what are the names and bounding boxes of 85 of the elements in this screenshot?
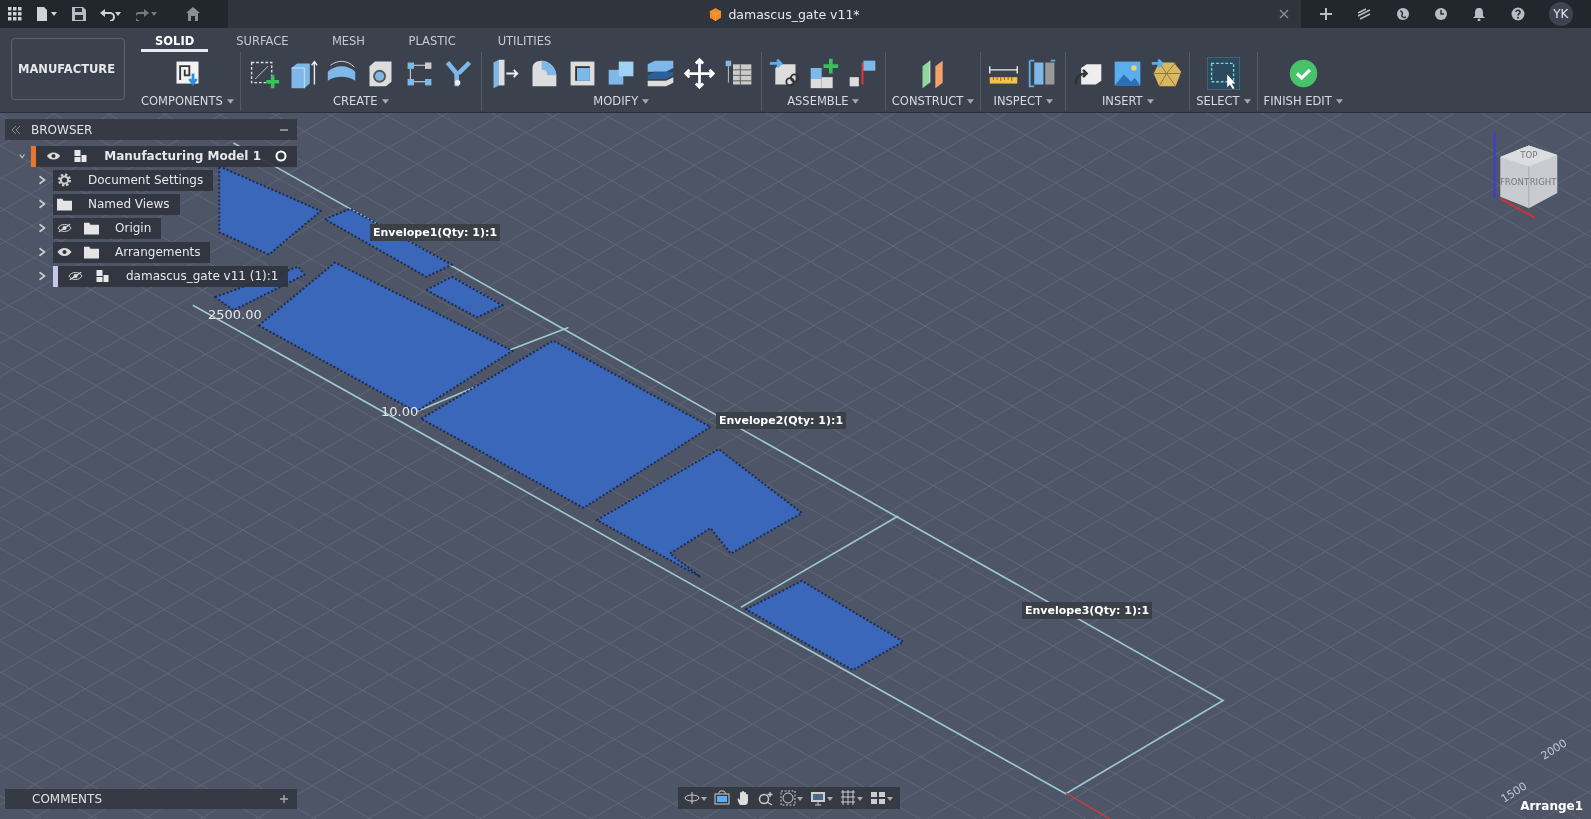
axis-drawing [1065, 792, 1111, 819]
tree-item[interactable]: damascus_gate v11 (1):1 [53, 265, 289, 287]
workspace-dropdown[interactable]: MANUFACTURE [11, 38, 125, 100]
caret-icon [852, 98, 860, 104]
component-icon [73, 149, 89, 163]
hidden-eye-icon[interactable] [57, 223, 72, 233]
component-icon [95, 269, 110, 283]
folder-icon [84, 221, 99, 235]
plus-icon[interactable] [1319, 7, 1334, 21]
caret-icon [1335, 98, 1343, 104]
chevron-icon[interactable] [37, 175, 47, 185]
apps-grid-icon[interactable] [8, 7, 22, 21]
plus-icon[interactable] [279, 794, 289, 804]
bell-icon[interactable] [1472, 7, 1487, 21]
dimension-label: 2500.00 [208, 307, 262, 322]
view-cube-drawing[interactable]: TOP FRONTRIGHT [1487, 125, 1563, 223]
panel-title: COMMENTS [32, 792, 103, 806]
chevron-icon[interactable] [37, 199, 47, 209]
tool-group-dropdown[interactable]: COMPONENTS [141, 92, 234, 108]
redo-icon[interactable] [136, 7, 158, 21]
tree-item[interactable]: Arrangements [53, 241, 211, 263]
ribbon-tab[interactable]: UTILITIES [483, 28, 566, 52]
activate-radio-icon[interactable] [275, 150, 287, 162]
globe-icon[interactable] [1395, 7, 1410, 21]
ribbon-tab[interactable]: SURFACE [222, 28, 303, 52]
tool-group-dropdown[interactable]: SELECT [1196, 92, 1251, 108]
tree-item[interactable]: Document Settings [53, 169, 214, 191]
tree-item[interactable]: Origin [53, 217, 162, 239]
help-icon[interactable] [1510, 7, 1525, 21]
file-icon[interactable] [36, 7, 58, 21]
caret-icon [642, 98, 650, 104]
chevron-icon[interactable] [37, 271, 47, 281]
display-icon[interactable] [810, 790, 834, 806]
arrangement-name: Arrange1 [1520, 799, 1583, 813]
camera-frame-icon[interactable] [714, 790, 730, 806]
envelope-label: Envelope2(Qty: 1):1 [716, 412, 847, 429]
eye-icon[interactable] [57, 247, 72, 257]
tool-group-dropdown[interactable]: INSERT [1101, 92, 1154, 108]
folder-icon [57, 197, 72, 211]
hidden-eye-icon[interactable] [68, 271, 83, 281]
caret-icon [1046, 98, 1054, 104]
caret-icon [226, 98, 234, 104]
tool-group-dropdown[interactable]: INSPECT [993, 92, 1054, 108]
dimension-label: 10.00 [381, 404, 419, 419]
tool-group-dropdown[interactable]: CREATE [333, 92, 389, 108]
caret-icon [967, 98, 975, 104]
user-avatar[interactable]: YK [1548, 2, 1573, 26]
collapse-icon[interactable] [11, 124, 21, 135]
folder-icon [84, 245, 99, 259]
undo-icon[interactable] [100, 7, 122, 21]
chevron-icon[interactable] [37, 247, 47, 257]
tree-item[interactable]: Manufacturing Model 1 [31, 145, 297, 167]
tool-group-dropdown[interactable]: CONSTRUCT [891, 92, 975, 108]
orbit-icon[interactable] [684, 790, 708, 806]
tree-item[interactable]: Named Views [53, 193, 180, 215]
chevron-icon[interactable] [17, 152, 28, 160]
envelope-label: Envelope1(Qty: 1):1 [370, 224, 501, 241]
tool-group-dropdown[interactable]: MODIFY [593, 92, 650, 108]
clock-icon[interactable] [1434, 7, 1448, 21]
polyhedron-icon[interactable] [1150, 56, 1184, 90]
selection-cursor-icon[interactable] [1206, 56, 1240, 90]
save-icon[interactable] [72, 7, 86, 21]
slashes-icon[interactable] [1357, 7, 1372, 21]
zoom-icon[interactable] [758, 790, 774, 806]
gear-icon [57, 173, 72, 187]
tool-group-dropdown[interactable]: ASSEMBLE [787, 92, 860, 108]
home-icon[interactable] [186, 7, 200, 21]
caret-icon [381, 98, 389, 104]
caret-icon [1243, 98, 1251, 104]
tool-group-dropdown[interactable]: FINISH EDIT [1263, 92, 1343, 108]
eye-icon[interactable] [46, 151, 62, 161]
fit-icon[interactable] [780, 790, 804, 806]
grid-icon[interactable] [840, 790, 864, 806]
ribbon-tab[interactable]: MESH [316, 28, 381, 52]
viewports-icon[interactable] [870, 790, 894, 806]
panel-title: BROWSER [31, 122, 94, 137]
envelope-label: Envelope3(Qty: 1):1 [1022, 602, 1153, 619]
four-way-arrow-icon[interactable] [682, 56, 716, 90]
ribbon-tab[interactable]: PLASTIC [394, 28, 470, 52]
cube-icon [709, 7, 723, 21]
close-icon[interactable] [1279, 9, 1289, 19]
caret-icon [1146, 98, 1154, 104]
chevron-icon[interactable] [37, 223, 47, 233]
document-title: damascus_gate v11* [728, 6, 860, 22]
ribbon-tab[interactable]: SOLID [141, 28, 209, 52]
